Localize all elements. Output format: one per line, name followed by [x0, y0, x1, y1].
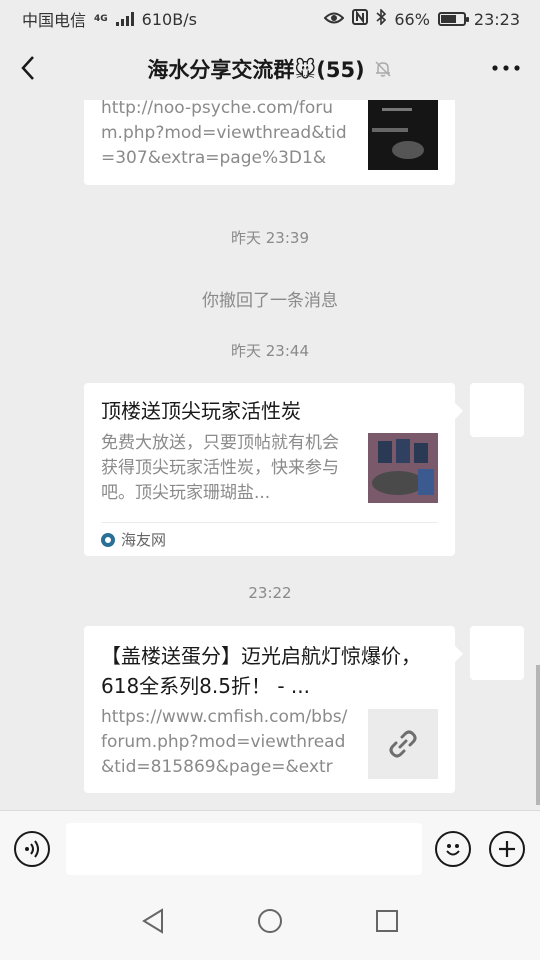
nav-recents-button[interactable]	[375, 909, 399, 937]
source-logo-icon	[101, 532, 115, 547]
nav-home-icon	[258, 909, 282, 933]
network-type: 4G	[94, 14, 108, 24]
carrier-label: 中国电信	[22, 11, 87, 30]
chat-title: 海水分享交流群🐭(55)	[147, 58, 365, 82]
link-card-3-desc: https://www.cmfish.com/bbs/forum.php?mod…	[101, 707, 348, 777]
link-icon	[389, 730, 417, 758]
timestamp-1: 昨天 23:39	[231, 229, 309, 247]
back-button[interactable]	[10, 50, 46, 86]
timestamp-3: 23:22	[248, 584, 292, 602]
message-list[interactable]: http://noo-psyche.com/forum.php?mod=view…	[0, 100, 540, 810]
link-card-2-thumbnail	[368, 433, 438, 503]
chat-header: 海水分享交流群🐭(55)	[0, 38, 540, 100]
emoji-button[interactable]	[435, 831, 471, 867]
nfc-icon	[352, 9, 369, 29]
network-speed: 610B/s	[141, 9, 197, 29]
eye-icon	[323, 10, 345, 29]
link-card-3-title: 【盖楼送蛋分】迈光启航灯惊爆价，618全系列8.5折！ - ...	[101, 644, 421, 698]
bell-off-icon	[375, 61, 391, 77]
system-nav-bar	[0, 886, 540, 960]
emoji-icon	[446, 844, 460, 856]
recall-notice: 你撤回了一条消息	[202, 291, 338, 311]
nav-recents-icon	[376, 910, 398, 932]
link-card-2-desc: 免费大放送，只要顶帖就有机会获得顶尖玩家活性炭，快来参与吧。顶尖玩家珊瑚盐...	[101, 433, 339, 503]
voice-icon	[25, 840, 39, 858]
link-card-3-thumbnail	[368, 709, 438, 779]
nav-back-button[interactable]	[141, 908, 165, 938]
link-card-2[interactable]: 顶楼送顶尖玩家活性炭 免费大放送，只要顶帖就有机会获得顶尖玩家活性炭，快来参与吧…	[84, 383, 463, 556]
voice-button[interactable]	[14, 831, 50, 867]
chevron-left-icon	[21, 56, 34, 80]
link-card-1-desc: http://noo-psyche.com/forum.php?mod=view…	[101, 100, 347, 168]
link-card-1[interactable]: http://noo-psyche.com/forum.php?mod=view…	[84, 100, 455, 185]
plus-icon	[499, 841, 515, 857]
nav-home-button[interactable]	[257, 908, 283, 938]
avatar[interactable]	[470, 383, 524, 437]
nav-back-icon	[142, 908, 163, 934]
link-card-2-source: 海友网	[101, 522, 438, 556]
input-bar	[0, 810, 540, 886]
link-card-2-title: 顶楼送顶尖玩家活性炭	[101, 399, 301, 423]
more-horizontal-icon	[492, 65, 520, 71]
timestamp-2: 昨天 23:44	[231, 342, 309, 360]
signal-icon	[115, 12, 134, 26]
bluetooth-icon	[376, 8, 387, 29]
clock: 23:23	[473, 9, 520, 29]
battery-percent: 66%	[394, 9, 430, 29]
scrollbar[interactable]	[536, 665, 540, 805]
source-name: 海友网	[121, 531, 167, 549]
status-bar: 中国电信 4G 610B/s 66% 23:23	[0, 0, 540, 38]
avatar[interactable]	[470, 626, 524, 680]
link-card-1-thumbnail	[368, 100, 438, 170]
link-card-3[interactable]: 【盖楼送蛋分】迈光启航灯惊爆价，618全系列8.5折！ - ... https:…	[84, 626, 463, 793]
plus-button[interactable]	[489, 831, 525, 867]
battery-icon	[437, 12, 469, 26]
more-button[interactable]	[488, 50, 524, 86]
message-input[interactable]	[66, 823, 422, 875]
